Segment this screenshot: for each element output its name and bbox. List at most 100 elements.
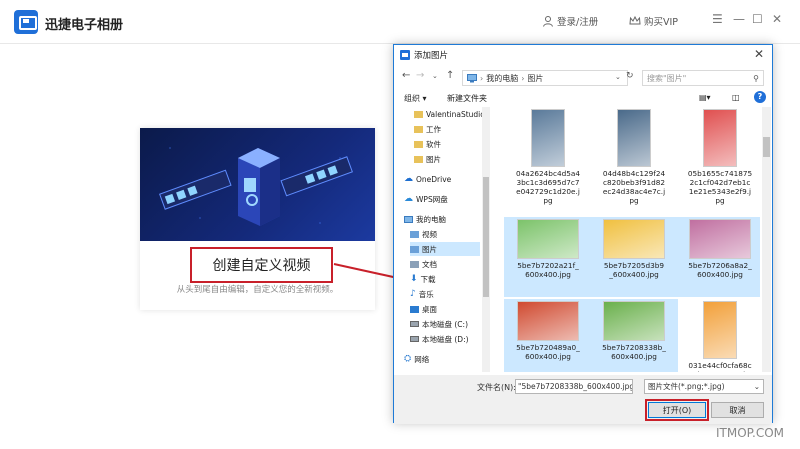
address-dropdown-icon[interactable]: ⌄ — [615, 73, 621, 81]
file-item[interactable]: 04a2624bc4d5a4 3bc1c3d695d7c7 e042729c1d20… — [504, 107, 592, 213]
pictures-folder-icon — [410, 245, 419, 253]
cloud-icon: ☁ — [404, 174, 413, 184]
new-folder-button[interactable]: 新建文件夹 — [447, 93, 487, 104]
breadcrumb-item[interactable]: 图片 — [527, 73, 543, 84]
refresh-icon[interactable]: ↻ — [626, 71, 634, 81]
file-name-line: e042729c1d20e.j — [516, 187, 580, 196]
sidebar-item-downloads[interactable]: ⬇ 下载 — [410, 272, 436, 286]
folder-icon — [414, 110, 423, 118]
sidebar-item-drive-d[interactable]: 本地磁盘 (D:) — [410, 332, 469, 346]
filetype-select[interactable]: 图片文件(*.png;*.jpg) ⌄ — [644, 379, 764, 394]
sidebar-item-wps[interactable]: ☁ WPS网盘 — [404, 192, 448, 206]
file-grid: 04a2624bc4d5a4 3bc1c3d695d7c7 e042729c1d20… — [504, 107, 760, 372]
file-name-line: 5be7b7208338b_ — [602, 343, 666, 352]
file-name-line: 05b1655c741875 — [687, 169, 753, 178]
sidebar-item-network[interactable]: ⛭ 网络 — [404, 352, 429, 366]
file-grid-scrollbar[interactable] — [762, 107, 771, 372]
recent-dropdown-icon[interactable]: ⌄ — [432, 72, 438, 80]
search-icon: ⚲ — [753, 73, 759, 83]
dialog-footer: 文件名(N): "5be7b7208338b_600x400.jpg" " 图片… — [394, 375, 772, 424]
sidebar-item-computer[interactable]: 我的电脑 — [404, 212, 446, 226]
filename-input[interactable]: "5be7b7208338b_600x400.jpg" " — [515, 379, 633, 394]
address-bar-row: ← → ⌄ ↑ › 我的电脑 › 图片 ⌄ ↻ 搜索"图片" ⚲ — [394, 67, 772, 89]
drive-icon — [410, 321, 419, 327]
file-name-line: pg — [543, 196, 553, 205]
dialog-title-bar: 添加图片 — [394, 45, 772, 65]
search-placeholder: 搜索"图片" — [647, 73, 687, 83]
search-input[interactable]: 搜索"图片" ⚲ — [642, 70, 764, 86]
file-name-line: pg — [715, 196, 725, 205]
forward-arrow-icon[interactable]: → — [416, 70, 424, 81]
preview-pane-icon[interactable]: ◫ — [732, 93, 740, 102]
documents-folder-icon — [410, 260, 419, 268]
up-arrow-icon[interactable]: ↑ — [446, 70, 454, 81]
back-arrow-icon[interactable]: ← — [402, 70, 410, 81]
file-thumbnail — [703, 301, 737, 359]
file-item[interactable]: 04d48b4c129f24 c820beb3f91d82 ec24d38ac4e7… — [590, 107, 678, 213]
folder-icon — [414, 125, 423, 133]
file-name-line: 04d48b4c129f24 — [602, 169, 666, 178]
music-folder-icon: ♪ — [410, 289, 416, 299]
sidebar-item-drive-c[interactable]: 本地磁盘 (C:) — [410, 317, 468, 331]
scrollbar-thumb[interactable] — [763, 137, 770, 157]
sidebar-item-pictures[interactable]: 图片 — [410, 242, 480, 256]
open-button[interactable]: 打开(O) — [645, 399, 709, 421]
sidebar-item-documents[interactable]: 文档 — [410, 257, 437, 271]
scrollbar-thumb[interactable] — [483, 177, 489, 297]
sidebar-item[interactable]: ValentinaStudio — [414, 107, 485, 121]
dialog-app-icon — [400, 50, 410, 60]
add-image-dialog: 添加图片 ✕ ← → ⌄ ↑ › 我的电脑 › 图片 ⌄ ↻ 搜索"图片" ⚲ … — [393, 44, 773, 424]
file-name-line: 5be7b7205d3b9 — [603, 261, 665, 270]
sidebar-item[interactable]: 图片 — [414, 152, 441, 166]
file-item[interactable]: 5be7b7206a8a2_ 600x400.jpg — [676, 217, 760, 297]
file-name-line: 04a2624bc4d5a4 — [515, 169, 580, 178]
file-item[interactable]: 5be7b7202a21f_ 600x400.jpg — [504, 217, 592, 297]
file-name-line: 1e21e5343e2f9.j — [688, 187, 752, 196]
help-icon[interactable]: ? — [754, 91, 766, 103]
file-item[interactable]: 05b1655c741875 2c1cf042d7eb1c 1e21e5343e2f… — [676, 107, 760, 213]
sidebar-item[interactable]: 工作 — [414, 122, 441, 136]
view-options-icon[interactable]: ▤▾ — [699, 93, 711, 102]
chevron-down-icon: ⌄ — [753, 382, 760, 391]
file-name-line: ec24d38ac4e7c.j — [602, 187, 666, 196]
file-thumbnail — [617, 109, 651, 167]
file-thumbnail — [603, 301, 665, 341]
file-name-line: 5be7b7206a8a2_ — [688, 261, 752, 270]
sidebar-item-videos[interactable]: 视频 — [410, 227, 437, 241]
address-breadcrumb[interactable]: › 我的电脑 › 图片 — [462, 70, 628, 86]
dialog-title: 添加图片 — [414, 51, 449, 61]
file-name-line: 4d35c174e36d5 — [676, 370, 760, 372]
watermark: ITMOP.COM — [716, 426, 785, 440]
organize-button[interactable]: 组织 ▾ — [404, 93, 427, 104]
sidebar-item-onedrive[interactable]: ☁ OneDrive — [404, 172, 451, 186]
cancel-button[interactable]: 取消 — [711, 402, 764, 418]
file-name-line: c820beb3f91d82 — [602, 178, 666, 187]
file-name-line: 5be7b720489a0_ — [516, 343, 580, 352]
file-name-line: pg — [629, 196, 639, 205]
sidebar-item-desktop[interactable]: 桌面 — [410, 302, 437, 316]
file-item[interactable]: 5be7b7205d3b9 _600x400.jpg — [590, 217, 678, 297]
file-name-line: 031e44cf0cfa68c — [688, 361, 752, 370]
navigation-scrollbar[interactable] — [482, 107, 490, 372]
sidebar-item[interactable]: 软件 — [414, 137, 441, 151]
file-name-line: 600x400.jpg — [697, 270, 743, 279]
file-item[interactable]: 5be7b720489a0_ 600x400.jpg — [504, 299, 592, 372]
sidebar-item-music[interactable]: ♪ 音乐 — [410, 287, 434, 301]
breadcrumb-item[interactable]: 我的电脑 — [486, 73, 518, 84]
cloud-icon: ☁ — [404, 194, 413, 204]
folder-icon — [414, 140, 423, 148]
file-name-line: 600x400.jpg — [525, 270, 571, 279]
file-name-line: 600x400.jpg — [525, 352, 571, 361]
desktop-folder-icon — [410, 305, 419, 313]
file-thumbnail — [603, 219, 665, 259]
file-name-line: 2c1cf042d7eb1c — [689, 178, 751, 187]
downloads-folder-icon: ⬇ — [410, 274, 418, 284]
file-name-line: 5be7b7202a21f_ — [517, 261, 579, 270]
navigation-pane: ValentinaStudio 工作 软件 图片 ☁ OneDrive ☁ WPS网… — [402, 107, 488, 372]
file-thumbnail — [517, 219, 579, 259]
network-icon: ⛭ — [404, 354, 412, 364]
dialog-toolbar: 组织 ▾ 新建文件夹 ▤▾ ◫ ? — [394, 91, 772, 107]
file-item[interactable]: 031e44cf0cfa68c4d35c174e36d5d4850e843651… — [676, 299, 760, 372]
dialog-close-icon[interactable]: ✕ — [754, 47, 764, 61]
file-item[interactable]: 5be7b7208338b_ 600x400.jpg — [590, 299, 678, 372]
